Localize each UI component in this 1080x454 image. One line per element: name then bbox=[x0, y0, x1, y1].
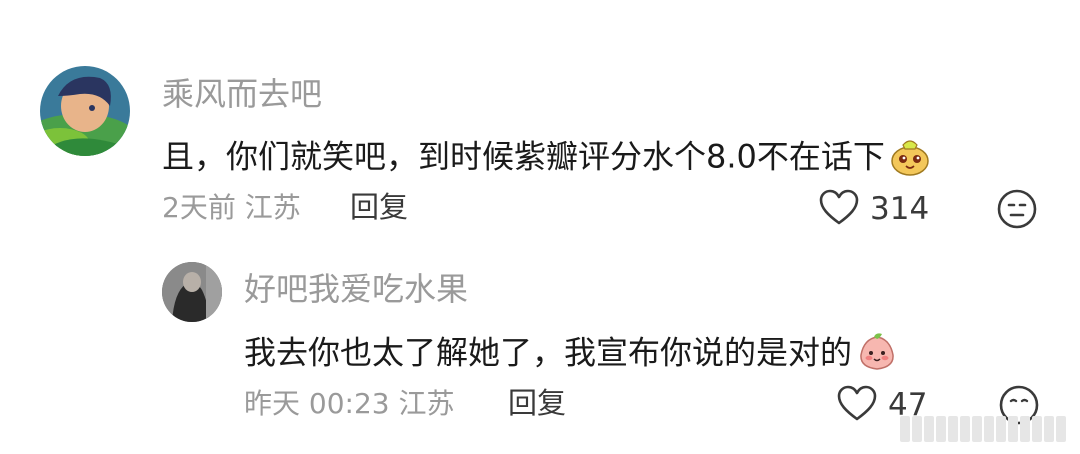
comment-username[interactable]: 乘风而去吧 bbox=[162, 78, 322, 110]
watermark-graphic bbox=[900, 416, 1066, 442]
like-button[interactable]: 314 bbox=[818, 188, 929, 230]
face-sticker-emoji bbox=[889, 135, 931, 182]
reply-meta: 昨天 00:23 江苏 bbox=[244, 390, 455, 418]
comment-location: 江苏 bbox=[244, 191, 301, 224]
reply-button[interactable]: 回复 bbox=[350, 193, 408, 222]
reply-time: 昨天 00:23 bbox=[244, 387, 390, 420]
comment-text: 且，你们就笑吧，到时候紫瓣评分水个8.0不在话下 bbox=[162, 137, 885, 176]
reply-text-row: 我去你也太了解她了，我宣布你说的是对的 bbox=[244, 331, 898, 378]
reply-text: 我去你也太了解她了，我宣布你说的是对的 bbox=[244, 333, 853, 372]
reply-reply-button[interactable]: 回复 bbox=[508, 389, 566, 418]
dislike-face-icon[interactable] bbox=[996, 188, 1038, 234]
like-count: 314 bbox=[870, 190, 930, 227]
peach-face-emoji bbox=[856, 331, 898, 378]
heart-icon bbox=[818, 188, 860, 230]
avatar[interactable] bbox=[40, 66, 130, 156]
reply-avatar[interactable] bbox=[162, 262, 222, 322]
comment-text-row: 且，你们就笑吧，到时候紫瓣评分水个8.0不在话下 bbox=[162, 135, 931, 182]
comment-meta: 2天前 江苏 bbox=[162, 194, 301, 222]
reply-username[interactable]: 好吧我爱吃水果 bbox=[244, 273, 468, 305]
heart-icon bbox=[836, 384, 878, 426]
reply-location: 江苏 bbox=[398, 387, 455, 420]
comment-time: 2天前 bbox=[162, 191, 236, 224]
